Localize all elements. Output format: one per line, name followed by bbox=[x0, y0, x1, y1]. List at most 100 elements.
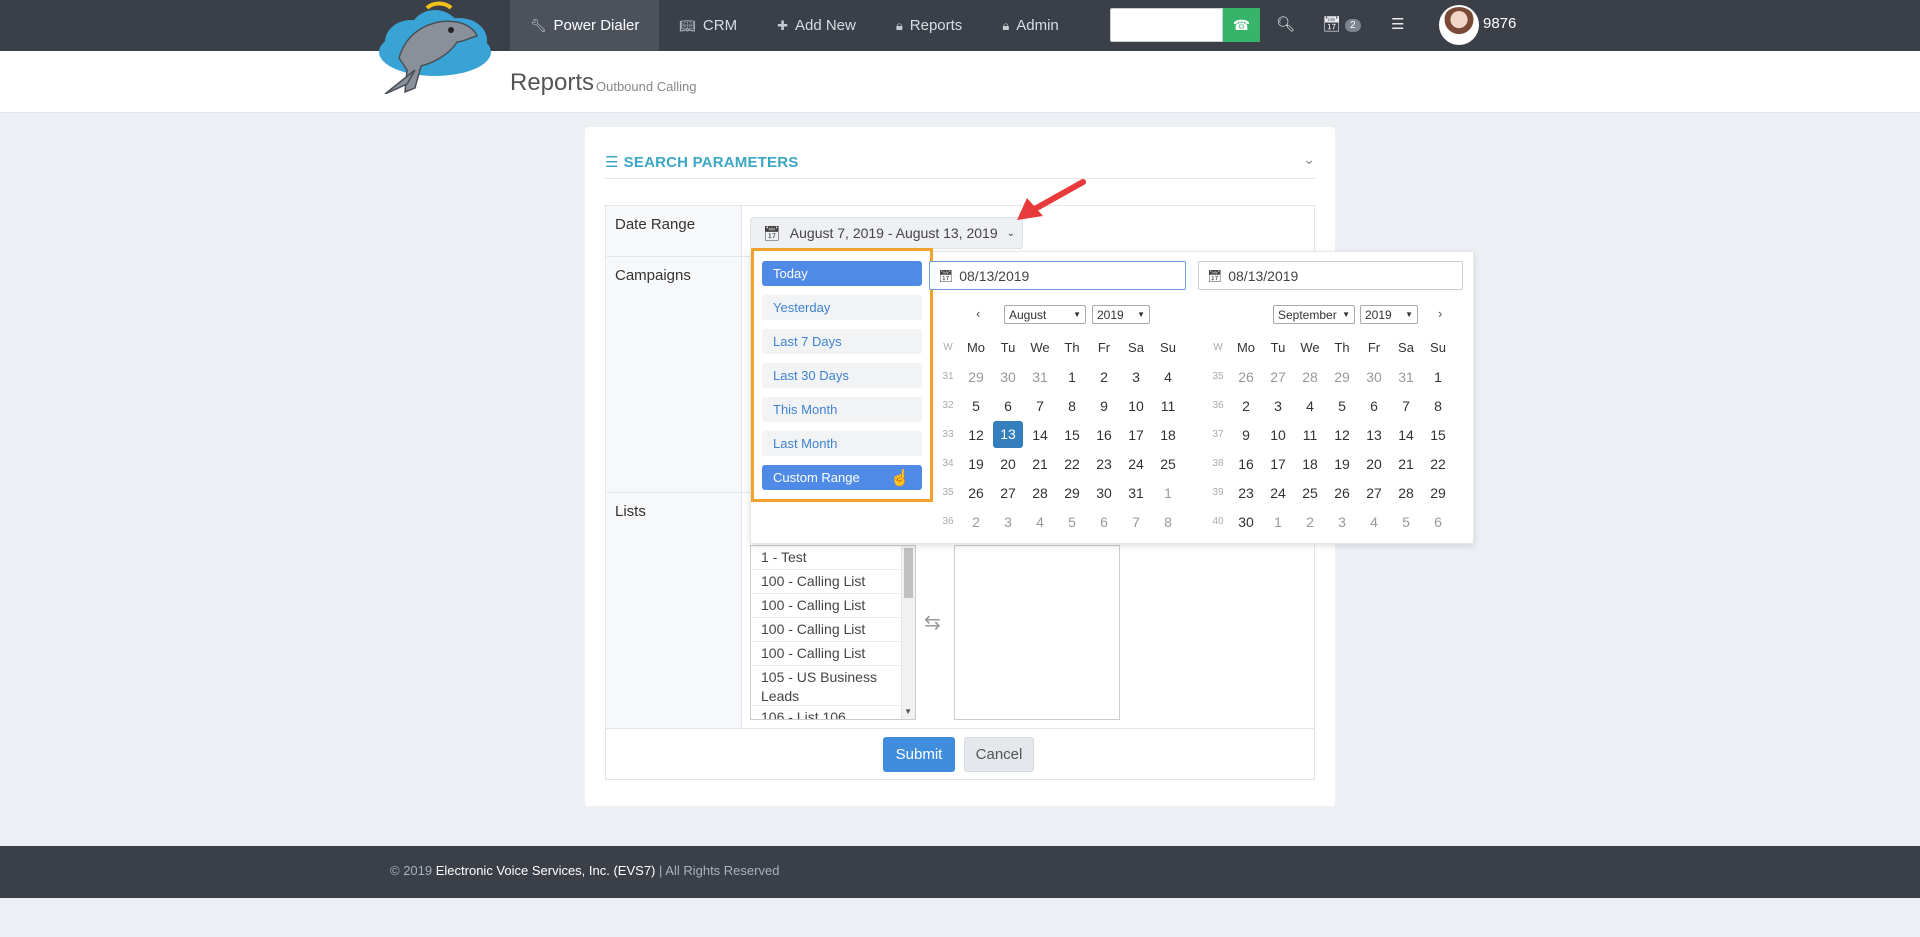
calendar-day[interactable]: 7 bbox=[1024, 398, 1056, 414]
list-item[interactable]: 106 - List 106 bbox=[751, 706, 901, 719]
list-scrollbar[interactable]: ▼ bbox=[901, 546, 915, 719]
end-date-input[interactable]: 📅︎ 08/13/2019 bbox=[1198, 261, 1463, 290]
calendar-day[interactable]: 15 bbox=[1422, 427, 1454, 443]
calendar-day[interactable]: 21 bbox=[1390, 456, 1422, 472]
avatar[interactable] bbox=[1439, 5, 1479, 45]
range-yesterday[interactable]: Yesterday bbox=[762, 295, 922, 320]
calendar-day[interactable]: 31 bbox=[1390, 369, 1422, 385]
calendar-button[interactable]: 📅︎ 2 bbox=[1322, 15, 1361, 33]
footer-company-link[interactable]: Electronic Voice Services, Inc. (EVS7) bbox=[436, 863, 656, 878]
calendar-day[interactable]: 14 bbox=[1390, 427, 1422, 443]
calendar-day[interactable]: 27 bbox=[1358, 485, 1390, 501]
chevron-down-icon[interactable]: ⌄ bbox=[1303, 151, 1315, 168]
calendar-day[interactable]: 1 bbox=[1152, 485, 1184, 501]
calendar-day[interactable]: 29 bbox=[960, 369, 992, 385]
calendar-day[interactable]: 19 bbox=[1326, 456, 1358, 472]
calendar-day[interactable]: 19 bbox=[960, 456, 992, 472]
scrollbar-thumb[interactable] bbox=[904, 548, 913, 598]
calendar-day[interactable]: 28 bbox=[1024, 485, 1056, 501]
nav-admin[interactable]: 🔒︎ Admin bbox=[982, 0, 1078, 51]
calendar-day[interactable]: 30 bbox=[1358, 369, 1390, 385]
calendar-day[interactable]: 2 bbox=[1230, 398, 1262, 414]
range-last-7-days[interactable]: Last 7 Days bbox=[762, 329, 922, 354]
calendar-day[interactable]: 29 bbox=[1056, 485, 1088, 501]
calendar-day[interactable]: 2 bbox=[960, 514, 992, 530]
calendar-day[interactable]: 6 bbox=[1422, 514, 1454, 530]
call-button[interactable]: ☎ bbox=[1223, 8, 1260, 42]
calendar-day[interactable]: 12 bbox=[960, 427, 992, 443]
calendar-day[interactable]: 4 bbox=[1024, 514, 1056, 530]
nav-reports[interactable]: 🔒︎ Reports bbox=[876, 0, 982, 51]
range-custom[interactable]: Custom Range ☝ bbox=[762, 465, 922, 490]
calendar-day[interactable]: 20 bbox=[992, 456, 1024, 472]
calendar-day[interactable]: 7 bbox=[1120, 514, 1152, 530]
dolphin-logo[interactable] bbox=[371, 0, 497, 94]
calendar-day[interactable]: 13 bbox=[993, 421, 1023, 448]
calendar-day[interactable]: 8 bbox=[1152, 514, 1184, 530]
list-item[interactable]: 100 - Calling List bbox=[751, 594, 901, 618]
nav-power-dialer[interactable]: 🔧︎ Power Dialer bbox=[510, 0, 660, 51]
calendar-day[interactable]: 5 bbox=[1326, 398, 1358, 414]
month-select[interactable]: August ▼ bbox=[1004, 305, 1086, 324]
calendar-day[interactable]: 6 bbox=[1088, 514, 1120, 530]
calendar-day[interactable]: 3 bbox=[1326, 514, 1358, 530]
calendar-day[interactable]: 4 bbox=[1294, 398, 1326, 414]
calendar-day[interactable]: 16 bbox=[1230, 456, 1262, 472]
calendar-day[interactable]: 3 bbox=[1262, 398, 1294, 414]
calendar-day[interactable]: 27 bbox=[992, 485, 1024, 501]
list-item[interactable]: 100 - Calling List bbox=[751, 618, 901, 642]
calendar-day[interactable]: 28 bbox=[1390, 485, 1422, 501]
start-date-input[interactable]: 📅︎ 08/13/2019 bbox=[929, 261, 1186, 290]
calendar-day[interactable]: 25 bbox=[1294, 485, 1326, 501]
calendar-day[interactable]: 16 bbox=[1088, 427, 1120, 443]
calendar-day[interactable]: 3 bbox=[992, 514, 1024, 530]
range-today[interactable]: Today bbox=[762, 261, 922, 286]
calendar-day[interactable]: 25 bbox=[1152, 456, 1184, 472]
calendar-day[interactable]: 5 bbox=[960, 398, 992, 414]
dial-search-input[interactable] bbox=[1110, 8, 1223, 42]
calendar-day[interactable]: 17 bbox=[1120, 427, 1152, 443]
calendar-day[interactable]: 11 bbox=[1152, 398, 1184, 414]
calendar-day[interactable]: 9 bbox=[1088, 398, 1120, 414]
calendar-day[interactable]: 24 bbox=[1120, 456, 1152, 472]
calendar-day[interactable]: 4 bbox=[1152, 369, 1184, 385]
nav-add-new[interactable]: ✚ Add New bbox=[757, 0, 876, 51]
calendar-day[interactable]: 31 bbox=[1024, 369, 1056, 385]
calendar-day[interactable]: 8 bbox=[1056, 398, 1088, 414]
calendar-day[interactable]: 10 bbox=[1262, 427, 1294, 443]
calendar-day[interactable]: 6 bbox=[1358, 398, 1390, 414]
calendar-day[interactable]: 29 bbox=[1422, 485, 1454, 501]
lists-selected[interactable] bbox=[954, 545, 1120, 720]
cancel-button[interactable]: Cancel bbox=[964, 737, 1034, 772]
calendar-day[interactable]: 18 bbox=[1152, 427, 1184, 443]
calendar-day[interactable]: 23 bbox=[1230, 485, 1262, 501]
calendar-day[interactable]: 1 bbox=[1056, 369, 1088, 385]
calendar-day[interactable]: 1 bbox=[1422, 369, 1454, 385]
calendar-day[interactable]: 24 bbox=[1262, 485, 1294, 501]
calendar-day[interactable]: 26 bbox=[960, 485, 992, 501]
nav-crm[interactable]: 📖︎ CRM bbox=[659, 0, 757, 51]
scroll-down-icon[interactable]: ▼ bbox=[904, 707, 912, 716]
calendar-day[interactable]: 23 bbox=[1088, 456, 1120, 472]
lists-available[interactable]: 1 - Test 100 - Calling List 100 - Callin… bbox=[750, 545, 916, 720]
list-icon[interactable]: ☰ bbox=[1391, 15, 1404, 33]
calendar-day[interactable]: 5 bbox=[1056, 514, 1088, 530]
calendar-day[interactable]: 31 bbox=[1120, 485, 1152, 501]
list-item[interactable]: 100 - Calling List bbox=[751, 570, 901, 594]
calendar-day[interactable]: 8 bbox=[1422, 398, 1454, 414]
calendar-day[interactable]: 15 bbox=[1056, 427, 1088, 443]
calendar-day[interactable]: 14 bbox=[1024, 427, 1056, 443]
calendar-day[interactable]: 20 bbox=[1358, 456, 1390, 472]
submit-button[interactable]: Submit bbox=[883, 737, 955, 772]
next-month-icon[interactable]: › bbox=[1438, 306, 1442, 321]
calendar-day[interactable]: 13 bbox=[1358, 427, 1390, 443]
month-select[interactable]: September ▼ bbox=[1273, 305, 1355, 324]
list-item[interactable]: 105 - US Business Leads bbox=[751, 666, 901, 706]
calendar-day[interactable]: 26 bbox=[1230, 369, 1262, 385]
calendar-day[interactable]: 22 bbox=[1056, 456, 1088, 472]
calendar-day[interactable]: 29 bbox=[1326, 369, 1358, 385]
user-extension[interactable]: 9876 bbox=[1483, 15, 1516, 32]
calendar-day[interactable]: 21 bbox=[1024, 456, 1056, 472]
calendar-day[interactable]: 30 bbox=[992, 369, 1024, 385]
calendar-day[interactable]: 4 bbox=[1358, 514, 1390, 530]
